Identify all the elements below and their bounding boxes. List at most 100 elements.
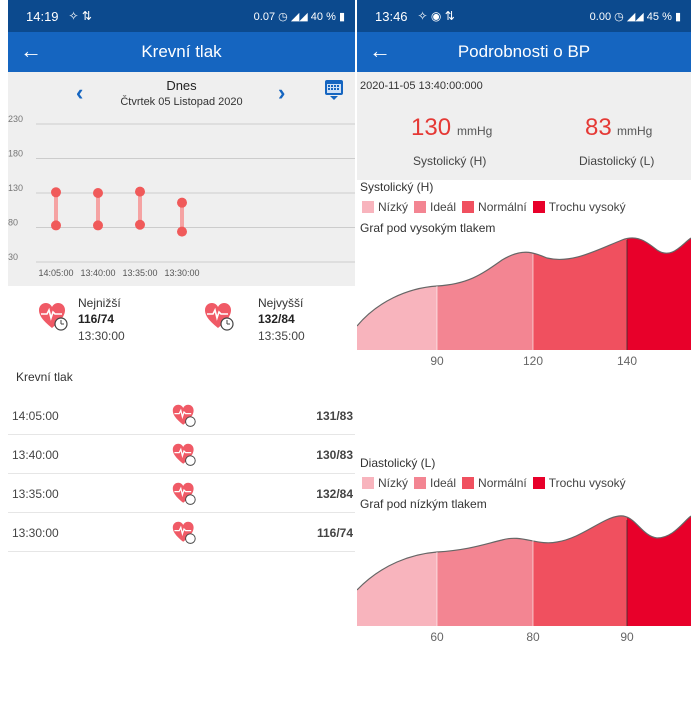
diastolic-zone-graph <box>357 515 691 626</box>
signal-icon: ◢◢ <box>626 10 644 23</box>
signal-icon: ◢◢ <box>290 10 308 23</box>
systolic-legend: Nízký Ideál Normální Trochu vysoký <box>362 200 632 214</box>
legend-item: Normální <box>462 476 527 490</box>
legend-item: Ideál <box>414 200 456 214</box>
battery-level: 45 % <box>646 10 672 23</box>
legend-item: Ideál <box>414 476 456 490</box>
highest-label: Nejvyšší <box>258 296 304 310</box>
diastolic-point <box>135 219 145 230</box>
row-time: 14:05:00 <box>12 409 59 423</box>
diastolic-point <box>93 220 103 231</box>
list-title: Krevní tlak <box>16 370 73 384</box>
measurement-row[interactable]: 14:05:00 131/83 <box>8 396 355 435</box>
date-navigator: ‹ Dnes Čtvrtek 05 Listopad 2020 › <box>8 72 355 114</box>
alarm-icon: ◷ <box>614 10 624 23</box>
systolic-unit: mmHg <box>457 124 493 138</box>
systolic-point <box>93 188 103 198</box>
systolic-ticks: 90 120 140 <box>357 354 691 370</box>
status-bar: 14:19 ✧ ⇅ 0.07 ◷ ◢◢ 40 % ▮ <box>8 0 355 32</box>
blood-pressure-screen: 14:19 ✧ ⇅ 0.07 ◷ ◢◢ 40 % ▮ ← Krevní tlak… <box>8 0 355 715</box>
back-arrow-icon[interactable]: ← <box>369 39 391 63</box>
day-label: Dnes <box>166 78 197 93</box>
notification-icons: ✧ ◉ ⇅ <box>417 9 455 23</box>
systolic-caption: Systolický (H) <box>413 154 487 168</box>
zone-slightly-high <box>627 237 691 350</box>
zone-slightly-high <box>627 515 691 626</box>
tick-label: 90 <box>620 630 634 644</box>
measurement-row[interactable]: 13:35:00 132/84 <box>8 474 355 513</box>
notification-icons: ✧ ⇅ <box>68 9 92 23</box>
y-tick-label: 130 <box>8 183 23 193</box>
back-arrow-icon[interactable]: ← <box>20 39 42 63</box>
battery-icon: ▮ <box>674 10 681 23</box>
lowest-value: 116/74 <box>78 312 115 326</box>
measurement-timestamp: 2020-11-05 13:40:00:000 <box>357 72 691 96</box>
page-title: Podrobnosti o BP <box>457 42 591 61</box>
row-time: 13:30:00 <box>12 526 59 540</box>
page-title: Krevní tlak <box>141 42 222 61</box>
tick-label: 80 <box>526 630 540 644</box>
legend-item: Nízký <box>362 476 408 490</box>
x-tick-label: 14:05:00 <box>38 268 73 278</box>
y-tick-label: 30 <box>8 252 18 262</box>
data-rate: 0.00 <box>589 10 612 23</box>
measurement-row[interactable]: 13:30:00 116/74 <box>8 513 355 552</box>
data-rate: 0.07 <box>253 10 276 23</box>
bp-range-chart: 230 180 130 80 30 14:05:00 13:40:00 13:35:00 13:… <box>8 114 355 286</box>
next-day-chevron-icon[interactable]: › <box>278 80 285 106</box>
zone-ideal <box>437 515 533 626</box>
systolic-graph-title: Graf pod vysokým tlakem <box>360 221 496 235</box>
legend-item: Trochu vysoký <box>532 200 626 214</box>
status-right: 0.07 ◷ ◢◢ 40 % ▮ <box>254 10 345 23</box>
legend-item: Normální <box>462 200 527 214</box>
diastolic-section-title: Diastolický (L) <box>360 456 436 470</box>
zone-normal <box>533 237 627 350</box>
systolic-point <box>51 187 61 198</box>
lowest-time: 13:30:00 <box>78 329 125 343</box>
diastolic-legend: Nízký Ideál Normální Trochu vysoký <box>362 476 632 490</box>
status-right: 0.00 ◷ ◢◢ 45 % ▮ <box>590 10 681 23</box>
app-bar: ← Krevní tlak <box>8 32 355 72</box>
row-time: 13:40:00 <box>12 448 59 462</box>
diastolic-ticks: 60 80 90 <box>357 630 691 646</box>
heart-rate-icon <box>39 303 68 331</box>
diastolic-graph-title: Graf pod nízkým tlakem <box>360 497 487 511</box>
calendar-icon[interactable] <box>324 78 344 100</box>
tick-label: 60 <box>430 630 444 644</box>
diastolic-point <box>51 220 61 231</box>
row-time: 13:35:00 <box>12 487 59 501</box>
diastolic-point <box>177 226 187 237</box>
diastolic-caption: Diastolický (L) <box>579 154 655 168</box>
y-tick-label: 80 <box>8 218 18 228</box>
min-max-summary: Nejnižší 116/74 13:30:00 Nejvyšší 132/84… <box>8 292 355 356</box>
y-tick-label: 180 <box>8 149 23 159</box>
lowest-label: Nejnižší <box>78 296 121 310</box>
zone-low <box>357 237 437 350</box>
bp-detail-screen: 13:46 ✧ ◉ ⇅ 0.00 ◷ ◢◢ 45 % ▮ ← Podrobnos… <box>357 0 691 715</box>
legend-item: Nízký <box>362 200 408 214</box>
tick-label: 120 <box>522 354 544 368</box>
x-tick-label: 13:35:00 <box>122 268 157 278</box>
x-tick-label: 13:30:00 <box>164 268 199 278</box>
row-value: 131/83 <box>316 409 353 423</box>
measurement-list: 14:05:00 131/83 13:40:00 130/83 13:35:00… <box>8 396 355 552</box>
row-value: 130/83 <box>316 448 353 462</box>
status-time: 13:46 <box>375 8 408 24</box>
row-value: 116/74 <box>316 526 353 540</box>
bp-range-chart-svg: 230 180 130 80 30 14:05:00 13:40:00 13:35:00 13:… <box>8 114 355 278</box>
row-value: 132/84 <box>316 487 353 501</box>
systolic-point <box>135 186 145 197</box>
x-tick-label: 13:40:00 <box>80 268 115 278</box>
systolic-zone-graph <box>357 237 691 350</box>
status-time: 14:19 <box>26 8 59 24</box>
heart-rate-icon <box>172 443 196 466</box>
battery-icon: ▮ <box>338 10 345 23</box>
measurement-row[interactable]: 13:40:00 130/83 <box>8 435 355 474</box>
highest-time: 13:35:00 <box>258 329 305 343</box>
heart-rate-icon <box>205 303 234 331</box>
heart-rate-icon <box>172 404 196 427</box>
legend-item: Trochu vysoký <box>532 476 626 490</box>
zone-low <box>357 515 437 626</box>
alarm-icon: ◷ <box>278 10 288 23</box>
status-bar: 13:46 ✧ ◉ ⇅ 0.00 ◷ ◢◢ 45 % ▮ <box>357 0 691 32</box>
